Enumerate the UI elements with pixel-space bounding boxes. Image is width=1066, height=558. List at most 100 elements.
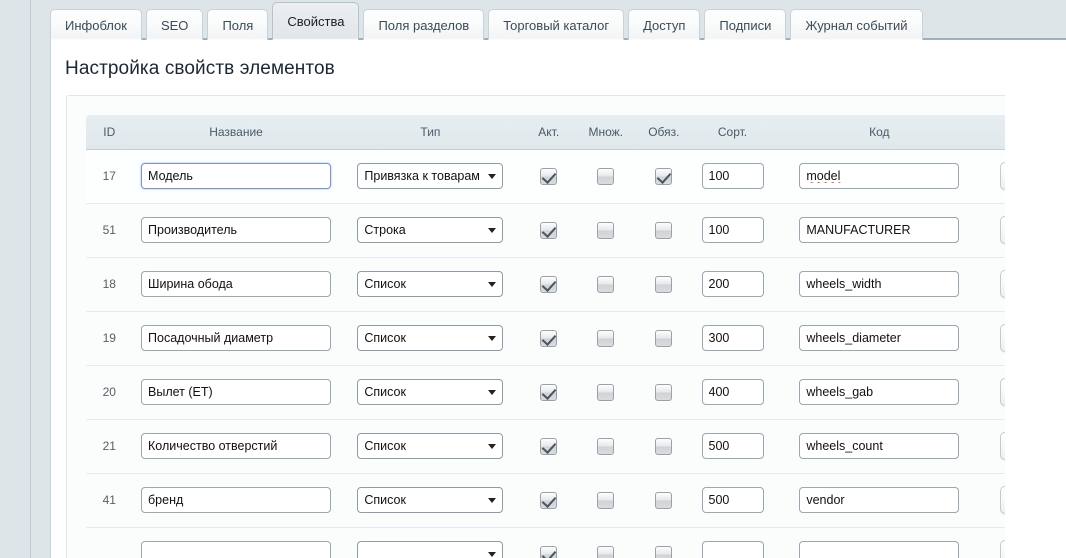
column-header-active[interactable]: Акт. [521, 115, 577, 150]
name-input[interactable] [141, 487, 332, 513]
checkbox-multiple[interactable] [597, 491, 615, 509]
checkbox-multiple[interactable] [597, 545, 615, 558]
sort-input[interactable] [701, 217, 764, 243]
column-header-type[interactable]: Тип [339, 115, 522, 150]
tab-8[interactable]: Журнал событий [790, 9, 923, 40]
checkbox-multiple[interactable] [597, 275, 615, 293]
checkbox-multiple[interactable] [597, 329, 615, 347]
cell-multiple [576, 203, 636, 258]
table-row: ... [86, 527, 1050, 558]
cell-code [772, 203, 987, 258]
tab-4[interactable]: Поля разделов [363, 9, 485, 40]
column-header-name[interactable]: Название [132, 115, 340, 150]
checkbox-required[interactable] [655, 383, 673, 401]
type-select[interactable]: Список [357, 325, 504, 351]
name-input[interactable] [141, 541, 332, 558]
column-header-required[interactable]: Обяз. [635, 115, 693, 150]
table-row: 17Привязка к товарам... [86, 149, 1050, 204]
checkbox-multiple[interactable] [597, 221, 615, 239]
code-input[interactable] [799, 163, 960, 189]
checkbox-required[interactable] [655, 167, 673, 185]
type-select[interactable]: Список [357, 271, 504, 297]
cell-id: 17 [86, 149, 133, 204]
tab-label: Доступ [643, 17, 686, 33]
checkbox-active[interactable] [540, 437, 558, 455]
checkbox-required[interactable] [655, 329, 673, 347]
tab-3[interactable]: Свойства [272, 2, 360, 40]
app-root: Инфоблок SEO Поля Свойства Поля разделов Торг… [0, 0, 1066, 558]
checkbox-active[interactable] [540, 383, 558, 401]
column-header-code[interactable]: Код [772, 115, 987, 150]
chevron-down-icon [488, 552, 497, 557]
cell-type: Привязка к товарам [339, 149, 522, 204]
name-input[interactable] [141, 379, 332, 405]
checkbox-multiple[interactable] [597, 383, 615, 401]
tab-label: Свойства [287, 14, 345, 29]
cell-code [772, 419, 987, 474]
checkbox-active[interactable] [540, 167, 558, 185]
type-select[interactable] [357, 541, 504, 558]
properties-table-frame: ID Название Тип Акт. Множ. Обяз. Сорт. К… [66, 95, 1051, 558]
cell-active [521, 419, 577, 474]
column-header-multiple[interactable]: Множ. [576, 115, 636, 150]
sort-input[interactable] [701, 163, 764, 189]
checkbox-required[interactable] [655, 275, 673, 293]
checkbox-active[interactable] [540, 221, 558, 239]
sort-input[interactable] [701, 271, 764, 297]
type-select[interactable]: Список [357, 487, 504, 513]
cell-sort [692, 419, 773, 474]
checkbox-active[interactable] [540, 329, 558, 347]
code-input[interactable] [799, 487, 960, 513]
checkbox-required[interactable] [655, 545, 673, 558]
type-select[interactable]: Привязка к товарам [357, 163, 504, 189]
checkbox-required[interactable] [655, 437, 673, 455]
tab-6[interactable]: Доступ [628, 9, 701, 40]
name-input[interactable] [141, 271, 332, 297]
cell-required [635, 527, 693, 558]
code-input[interactable] [799, 541, 960, 558]
type-select[interactable]: Строка [357, 217, 504, 243]
code-input[interactable] [799, 433, 960, 459]
name-input[interactable] [141, 217, 332, 243]
checkbox-required[interactable] [655, 221, 673, 239]
code-input[interactable] [799, 271, 960, 297]
name-input[interactable] [141, 433, 332, 459]
sort-input[interactable] [701, 487, 764, 513]
checkbox-required[interactable] [655, 491, 673, 509]
checkbox-active[interactable] [540, 275, 558, 293]
tab-2[interactable]: Поля [207, 9, 269, 40]
code-input[interactable] [799, 325, 960, 351]
tab-label: Инфоблок [65, 17, 127, 33]
tab-label: Подписи [719, 17, 772, 33]
name-input[interactable] [141, 163, 332, 189]
tab-5[interactable]: Торговый каталог [488, 9, 625, 40]
sort-input[interactable] [701, 379, 764, 405]
code-input[interactable] [799, 217, 960, 243]
cell-type: Список [339, 311, 522, 366]
cell-name [132, 311, 340, 366]
type-select-label: Список [364, 385, 406, 399]
sort-input[interactable] [701, 433, 764, 459]
checkbox-multiple[interactable] [597, 167, 615, 185]
sort-input[interactable] [701, 541, 764, 558]
tab-1[interactable]: SEO [145, 9, 204, 40]
tab-label: SEO [160, 17, 189, 33]
chevron-down-icon [488, 282, 497, 287]
sort-input[interactable] [701, 325, 764, 351]
tab-0[interactable]: Инфоблок [50, 9, 142, 40]
type-select[interactable]: Список [357, 379, 504, 405]
name-input[interactable] [141, 325, 332, 351]
column-header-sort[interactable]: Сорт. [692, 115, 773, 150]
column-header-id[interactable]: ID [86, 115, 133, 150]
tab-7[interactable]: Подписи [704, 9, 787, 40]
cell-id [86, 527, 133, 558]
code-input[interactable] [799, 379, 960, 405]
checkbox-active[interactable] [540, 491, 558, 509]
type-select[interactable]: Список [357, 433, 504, 459]
type-select-label: Список [364, 439, 406, 453]
cell-sort [692, 473, 773, 528]
checkbox-active[interactable] [540, 545, 558, 558]
checkbox-multiple[interactable] [597, 437, 615, 455]
cell-name [132, 527, 340, 558]
cell-active [521, 203, 577, 258]
